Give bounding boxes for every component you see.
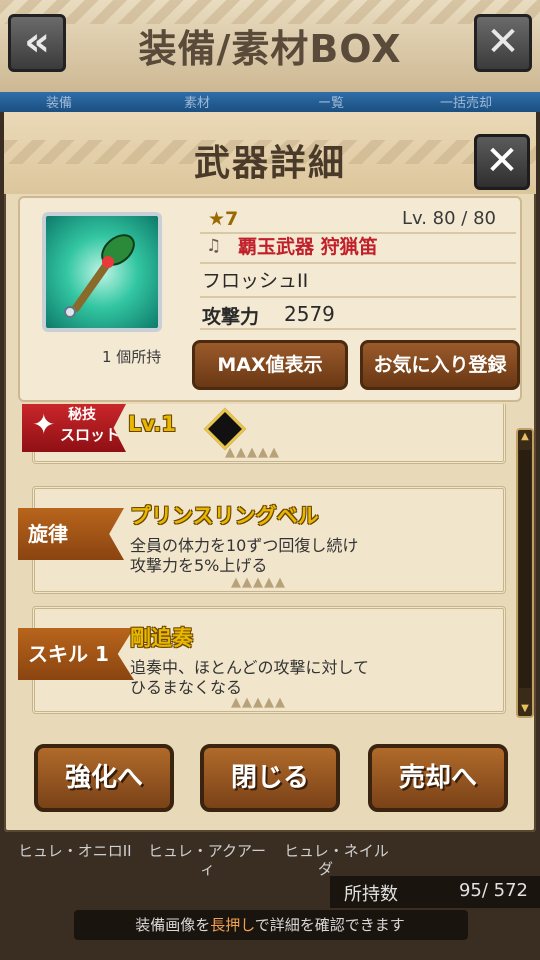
rarity: ★7	[208, 208, 239, 230]
divider	[200, 296, 516, 298]
weapon-level: Lv. 80 / 80	[401, 208, 496, 229]
divider	[200, 262, 516, 264]
melody-desc-1: 全員の体力を10ずつ回復し続け	[130, 536, 359, 555]
hunting-horn-icon: ♫	[206, 236, 222, 256]
skill1-title: 剛追奏	[130, 626, 193, 650]
sell-button[interactable]: 売却へ	[368, 744, 508, 812]
melody-desc-2: 攻撃力を5%上げる	[130, 556, 268, 575]
weapon-detail-dialog: 武器詳細 ✕ 1 個所持 ★7 Lv. 80 / 80 ♫ 覇玉武器 狩猟笛 フ…	[4, 112, 536, 832]
tab-bulk-sell[interactable]: 一括売却	[440, 92, 492, 111]
secret-slot-level: Lv.1	[128, 412, 176, 436]
bg-item-name: ヒュレ・オニロII	[18, 842, 132, 860]
divider	[200, 328, 516, 330]
skill1-desc-2: ひるまなくなる	[130, 678, 243, 697]
back-arrow-icon: «	[24, 19, 50, 65]
page-title: 装備/素材BOX	[138, 27, 402, 71]
weapon-category: 覇玉武器 狩猟笛	[238, 236, 378, 258]
owned-count: 1 個所持	[102, 348, 162, 366]
star-emblem-icon: ✦	[32, 408, 56, 441]
hint-highlight: 長押し	[210, 916, 255, 934]
skill-list[interactable]: ▲▲▲▲▲ ✦ 秘技 スロット Lv.1 ▲▲▲▲▲ 旋律 プリンスリングベル …	[18, 404, 508, 724]
horn-weapon-icon	[64, 234, 135, 318]
weapon-thumbnail[interactable]	[42, 212, 162, 332]
ornament: ▲▲▲▲▲	[225, 445, 280, 460]
secret-slot-label-2: スロット	[60, 426, 121, 444]
dialog-header: 武器詳細 ✕	[4, 112, 536, 194]
hint-post: で詳細を確認できます	[254, 916, 405, 934]
count-value: 95/ 572	[458, 880, 528, 901]
bg-item-name: ヒュレ・ネイル	[284, 842, 389, 860]
attack-label: 攻撃力	[202, 306, 260, 328]
weapon-name: フロッシュII	[202, 270, 309, 292]
ornament: ▲▲▲▲▲	[231, 575, 286, 590]
count-label: 所持数	[344, 884, 398, 905]
hint-pre: 装備画像を	[135, 916, 211, 934]
skill1-desc-1: 追奏中、ほとんどの攻撃に対して	[130, 658, 370, 677]
bg-item-name: ィ	[200, 860, 216, 878]
secret-slot-label-1: 秘技	[68, 407, 96, 423]
melody-title: プリンスリングベル	[130, 504, 319, 528]
tab-equipment[interactable]: 装備	[46, 92, 72, 111]
enhance-button[interactable]: 強化へ	[34, 744, 174, 812]
favorite-button[interactable]: お気に入り登録	[360, 340, 520, 390]
hint-text: 装備画像を長押しで詳細を確認できます	[0, 914, 540, 935]
secret-slot-badge: ✦ 秘技 スロット	[22, 404, 126, 452]
top-bar: « 装備/素材BOX ✕	[0, 0, 540, 92]
close-button[interactable]: 閉じる	[200, 744, 340, 812]
tab-materials[interactable]: 素材	[184, 92, 210, 111]
back-button[interactable]: «	[8, 14, 66, 72]
max-value-button[interactable]: MAX値表示	[192, 340, 348, 390]
close-icon: ✕	[485, 138, 519, 184]
close-icon: ✕	[486, 19, 520, 65]
dialog-close-button[interactable]: ✕	[474, 134, 530, 190]
dialog-title: 武器詳細	[193, 143, 346, 184]
skill-list-scrollbar[interactable]: ▲ ▼	[516, 428, 534, 718]
skill1-tag: スキル 1	[18, 628, 134, 680]
scroll-down-icon[interactable]: ▼	[518, 702, 532, 716]
scroll-up-icon[interactable]: ▲	[518, 430, 532, 444]
top-close-button[interactable]: ✕	[474, 14, 532, 72]
attack-value: 2579	[284, 302, 335, 326]
scroll-thumb[interactable]	[519, 450, 531, 688]
tab-list[interactable]: ー覧	[318, 92, 344, 111]
melody-tag: 旋律	[18, 508, 124, 560]
